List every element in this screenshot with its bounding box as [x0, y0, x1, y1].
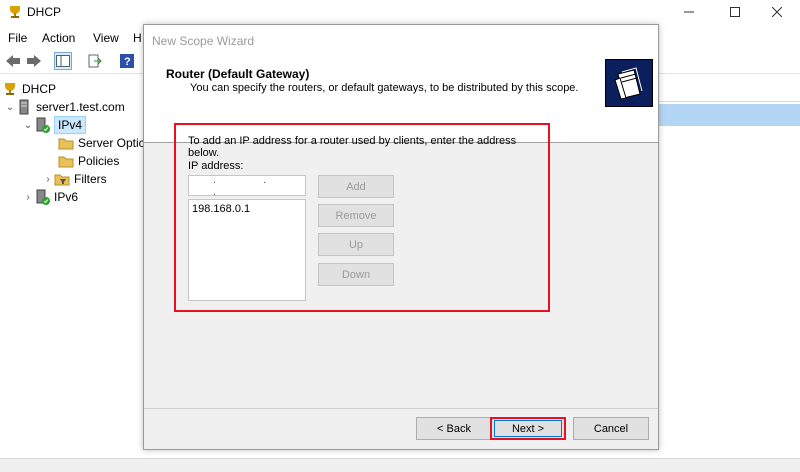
instruction-text: To add an IP address for a router used b… — [188, 135, 517, 159]
tree-node-server-options[interactable]: Server Optic — [58, 134, 145, 152]
collapsed-chevron-icon[interactable]: › — [22, 192, 34, 203]
console-tree-icon[interactable] — [54, 52, 72, 70]
title-bar: DHCP — [0, 0, 800, 24]
svg-text:?: ? — [124, 56, 131, 68]
maximize-icon[interactable] — [712, 0, 758, 24]
wizard-heading: Router (Default Gateway) — [166, 67, 310, 81]
wizard-footer-divider — [144, 408, 658, 409]
folder-icon — [58, 153, 74, 169]
router-list[interactable]: 198.168.0.1 — [188, 199, 306, 301]
window-title: DHCP — [27, 5, 62, 19]
add-button[interactable]: Add — [318, 175, 394, 198]
expanded-chevron-icon[interactable]: ⌄ — [22, 120, 34, 131]
wizard-graphic-icon — [605, 59, 653, 107]
console-tree: DHCP ⌄ server1.test.com ⌄ IPv4 Server Op… — [0, 76, 148, 460]
back-arrow-icon[interactable] — [4, 52, 22, 70]
close-icon[interactable] — [754, 0, 800, 24]
tree-node-server[interactable]: ⌄ server1.test.com — [4, 98, 125, 116]
tree-label: IPv6 — [54, 190, 79, 204]
ipv6-server-icon — [34, 189, 50, 205]
ipv4-server-icon — [34, 117, 50, 133]
tree-label: Policies — [78, 154, 120, 168]
dhcp-icon — [2, 81, 18, 97]
tree-label: Filters — [74, 172, 107, 186]
menu-view[interactable]: View — [93, 31, 119, 45]
collapsed-chevron-icon[interactable]: › — [42, 174, 54, 185]
next-button-label: Next > — [494, 420, 562, 437]
new-scope-wizard-dialog: New Scope Wizard Router (Default Gateway… — [143, 24, 659, 450]
menu-help[interactable]: H — [133, 31, 142, 45]
expanded-chevron-icon[interactable]: ⌄ — [4, 102, 16, 113]
tree-label: IPv4 — [54, 116, 87, 134]
tree-label: Server Optic — [78, 136, 145, 150]
tree-label: server1.test.com — [36, 100, 125, 114]
ip-address-dots: . . . — [213, 173, 289, 198]
export-icon[interactable] — [86, 52, 104, 70]
minimize-icon[interactable] — [666, 0, 712, 24]
details-pane — [658, 76, 800, 460]
forward-arrow-icon[interactable] — [25, 52, 43, 70]
details-header — [658, 82, 800, 102]
down-button[interactable]: Down — [318, 263, 394, 286]
tree-label: DHCP — [22, 82, 57, 96]
menu-file[interactable]: File — [8, 31, 27, 45]
menu-action[interactable]: Action — [42, 31, 75, 45]
help-icon[interactable]: ? — [118, 52, 136, 70]
router-entry-panel: To add an IP address for a router used b… — [174, 123, 550, 312]
tree-node-ipv4[interactable]: ⌄ IPv4 — [22, 116, 90, 134]
next-button[interactable]: Next > — [490, 417, 566, 440]
server-icon — [16, 99, 32, 115]
ip-address-input[interactable]: . . . — [188, 173, 306, 198]
back-button[interactable]: < Back — [416, 417, 492, 440]
up-button[interactable]: Up — [318, 233, 394, 256]
wizard-title: New Scope Wizard — [152, 34, 255, 48]
details-selected-row[interactable] — [658, 104, 800, 126]
dhcp-app-icon — [7, 4, 23, 20]
filter-icon — [54, 171, 70, 187]
tree-node-policies[interactable]: Policies — [58, 152, 119, 170]
remove-button[interactable]: Remove — [318, 204, 394, 227]
wizard-subheading: You can specify the routers, or default … — [190, 82, 579, 94]
router-list-item[interactable]: 198.168.0.1 — [192, 203, 250, 215]
ip-address-label: IP address: — [188, 160, 244, 172]
wizard-title-bar: New Scope Wizard — [144, 25, 658, 57]
folder-icon — [58, 135, 74, 151]
tree-node-filters[interactable]: › Filters — [42, 170, 107, 188]
tree-node-ipv6[interactable]: › IPv6 — [22, 188, 78, 206]
tree-node-dhcp[interactable]: DHCP — [2, 80, 56, 98]
cancel-button[interactable]: Cancel — [573, 417, 649, 440]
status-bar — [0, 458, 800, 472]
